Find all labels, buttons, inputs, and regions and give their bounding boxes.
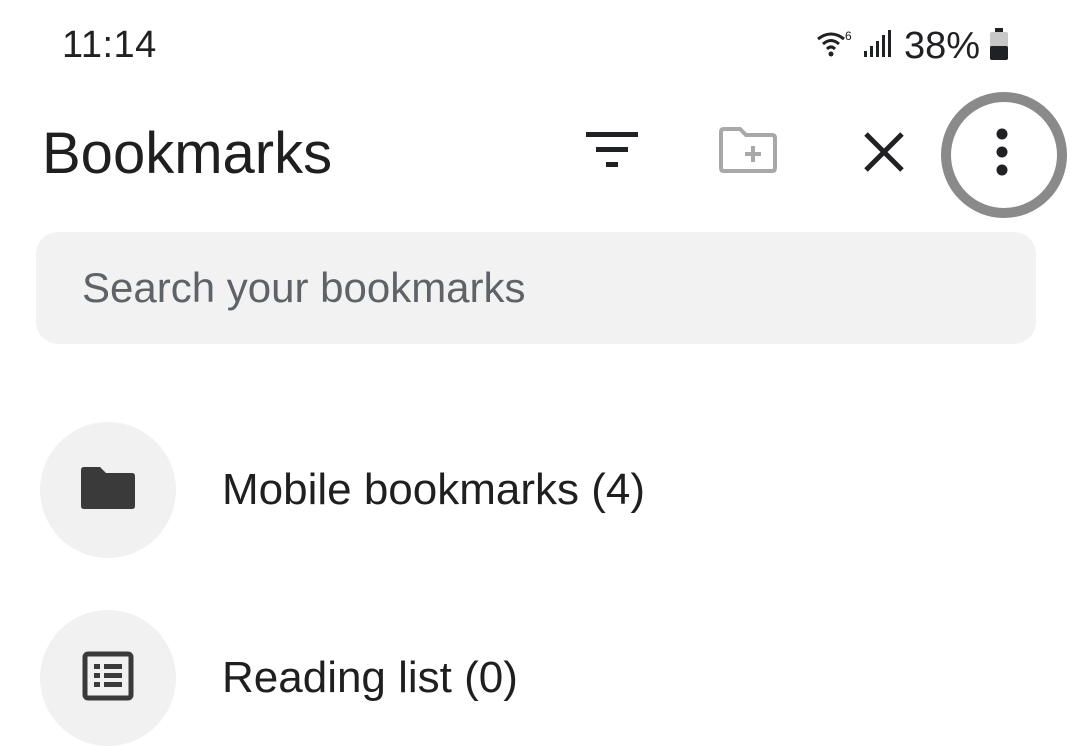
- reading-list-icon: [82, 651, 134, 706]
- more-vert-icon: [992, 127, 1012, 182]
- list-item-label: Reading list (0): [222, 653, 518, 702]
- status-time: 11:14: [62, 24, 157, 66]
- list-item-reading-list[interactable]: Reading list (0): [40, 610, 1040, 746]
- filter-button[interactable]: [572, 122, 652, 182]
- filter-icon: [584, 130, 640, 175]
- cell-signal-icon: [862, 29, 892, 64]
- battery-icon: [988, 27, 1010, 66]
- close-icon: [862, 130, 906, 179]
- battery-percent: 38%: [903, 24, 980, 67]
- search-input[interactable]: [80, 263, 984, 313]
- svg-text:6: 6: [845, 29, 852, 43]
- search-box[interactable]: [36, 232, 1036, 344]
- close-button[interactable]: [846, 116, 922, 192]
- new-folder-icon: [718, 126, 778, 179]
- list-item-label: Mobile bookmarks (4): [222, 465, 646, 514]
- wifi-6-icon: 6: [816, 29, 854, 64]
- new-folder-button[interactable]: [708, 122, 788, 182]
- list-item-mobile-bookmarks[interactable]: Mobile bookmarks (4): [40, 422, 1040, 558]
- page-title: Bookmarks: [42, 121, 333, 186]
- reading-list-icon-container: [40, 610, 176, 746]
- folder-icon: [79, 465, 137, 516]
- status-indicators: 6 38%: [816, 22, 1010, 70]
- more-options-button[interactable]: [960, 112, 1044, 196]
- folder-icon-container: [40, 422, 176, 558]
